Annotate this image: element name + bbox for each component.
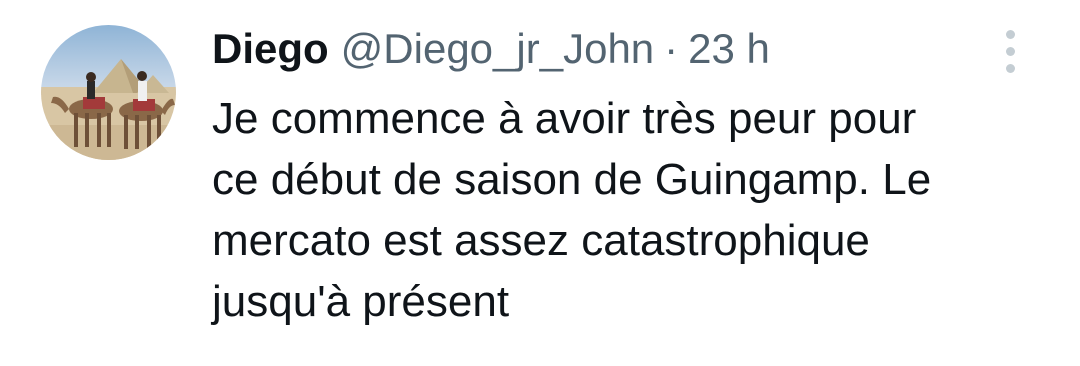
more-dot (1006, 47, 1015, 56)
display-name[interactable]: Diego (212, 25, 329, 72)
tweet[interactable]: Diego @Diego_jr_John · 23 h Je commence à a… (0, 0, 1080, 366)
timestamp[interactable]: 23 h (688, 25, 770, 72)
tweet-text-line: mercato est assez catastrophique (212, 216, 870, 265)
avatar[interactable] (41, 25, 176, 160)
tweet-text-line: ce début de saison de Guingamp. Le (212, 155, 932, 204)
tweet-text-line: jusqu'à présent (212, 277, 510, 326)
separator-dot: · (664, 25, 679, 72)
tweet-text: Je commence à avoir très peur pour ce dé… (212, 88, 1062, 332)
avatar-photo-icon (41, 25, 176, 160)
more-dot (1006, 64, 1015, 73)
user-handle[interactable]: @Diego_jr_John (341, 25, 654, 72)
more-dot (1006, 30, 1015, 39)
more-vertical-icon[interactable] (996, 30, 1026, 74)
tweet-header: Diego @Diego_jr_John · 23 h (212, 24, 770, 74)
tweet-text-line: Je commence à avoir très peur pour (212, 94, 917, 143)
